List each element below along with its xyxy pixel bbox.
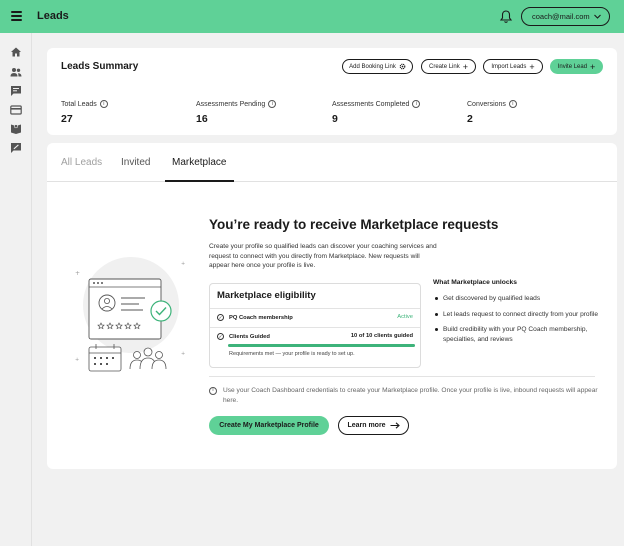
list-item: Build credibility with your PQ Coach mem… [433,325,603,344]
app-title: Leads [37,10,69,22]
feedback-icon[interactable] [10,142,22,154]
requirement-label: PQ Coach membership [229,314,293,321]
chat-icon[interactable] [10,85,22,97]
stat-value: 2 [467,113,473,125]
top-bar: Leads coach@mail.com [0,0,624,33]
marketplace-heading: You’re ready to receive Marketplace requ… [209,217,499,232]
list-item: Let leads request to connect directly fr… [433,310,603,320]
invite-lead-label: Invite Lead [557,63,588,70]
check-circle-icon: ✓ [217,333,224,340]
plus-icon: + [529,61,535,72]
active-tab-indicator [165,180,234,182]
home-icon[interactable] [10,46,22,58]
sidebar [0,33,32,546]
create-link-button[interactable]: Create Link + [421,59,476,74]
info-icon: i [209,387,217,395]
stat-label: Assessments Pending [196,100,266,108]
progress-fill [228,344,415,347]
stat-label: Conversions [467,100,506,108]
card-icon[interactable] [10,104,22,116]
chevron-down-icon [594,14,601,19]
stat-assessments-pending: Assessments Pending i 16 [196,100,277,125]
learn-more-label: Learn more [347,422,386,429]
leads-summary-card: Leads Summary Add Booking Link Create Li… [47,48,617,135]
note-text: Use your Coach Dashboard credentials to … [223,387,598,404]
tab-all-leads[interactable]: All Leads [61,157,102,168]
divider [210,327,420,328]
requirement-membership: ✓ PQ Coach membership [217,314,293,321]
unlocks-panel: What Marketplace unlocks Get discovered … [433,279,603,350]
import-leads-label: Import Leads [491,63,527,70]
requirement-clients-guided: ✓ Clients Guided [217,333,270,340]
summary-title: Leads Summary [61,61,139,72]
add-booking-link-button[interactable]: Add Booking Link [342,59,413,74]
plus-icon: + [462,61,468,72]
clients-progress-bar [228,344,415,347]
create-profile-button[interactable]: Create My Marketplace Profile [209,416,329,435]
stat-label: Total Leads [61,100,97,108]
plus-icon: + [590,61,596,72]
learn-more-button[interactable]: Learn more [338,416,409,435]
info-icon[interactable]: i [412,100,421,108]
tab-bar: All Leads Invited Marketplace [47,143,617,182]
marketplace-illustration: + + + + [75,257,185,372]
stat-value: 9 [332,113,338,125]
book-icon[interactable] [10,123,22,135]
svg-text:+: + [75,357,79,363]
divider [210,308,420,309]
create-link-label: Create Link [429,63,460,70]
unlocks-title: What Marketplace unlocks [433,279,517,286]
gear-icon [399,63,406,70]
check-circle-icon: ✓ [217,314,224,321]
credentials-note: i Use your Coach Dashboard credentials t… [209,386,599,405]
menu-icon[interactable] [11,11,22,21]
arrow-right-icon [390,422,400,429]
requirement-label: Clients Guided [229,333,270,340]
eligibility-title: Marketplace eligibility [217,290,316,301]
account-email: coach@mail.com [532,12,590,21]
svg-text:+: + [181,351,185,357]
tab-marketplace[interactable]: Marketplace [172,157,226,168]
stat-conversions: Conversions i 2 [467,100,517,125]
divider [209,376,595,377]
import-leads-button[interactable]: Import Leads + [483,59,543,74]
unlocks-list: Get discovered by qualified leads Let le… [433,294,603,344]
stat-value: 16 [196,113,208,125]
bell-icon[interactable] [499,9,513,24]
add-booking-link-label: Add Booking Link [349,63,396,70]
list-item: Get discovered by qualified leads [433,294,603,304]
leads-tabs-card: All Leads Invited Marketplace + + + + Yo… [47,143,617,469]
invite-lead-button[interactable]: Invite Lead + [550,59,603,74]
stat-label: Assessments Completed [332,100,410,108]
marketplace-intro: Create your profile so qualified leads c… [209,243,437,269]
stat-assessments-completed: Assessments Completed i 9 [332,100,421,125]
status-badge: Active [397,314,413,320]
stat-total-leads: Total Leads i 27 [61,100,108,125]
eligibility-panel: Marketplace eligibility ✓ PQ Coach membe… [209,283,421,368]
clients-guided-count: 10 of 10 clients guided [350,333,413,339]
account-dropdown[interactable]: coach@mail.com [521,7,610,26]
requirements-met-text: Requirements met — your profile is ready… [229,351,355,357]
tab-invited[interactable]: Invited [121,157,150,168]
info-icon[interactable]: i [99,100,108,108]
info-icon[interactable]: i [268,100,277,108]
people-icon[interactable] [10,66,22,78]
stat-value: 27 [61,113,73,125]
info-icon[interactable]: i [508,100,517,108]
svg-text:+: + [181,261,185,267]
svg-text:+: + [75,270,80,277]
